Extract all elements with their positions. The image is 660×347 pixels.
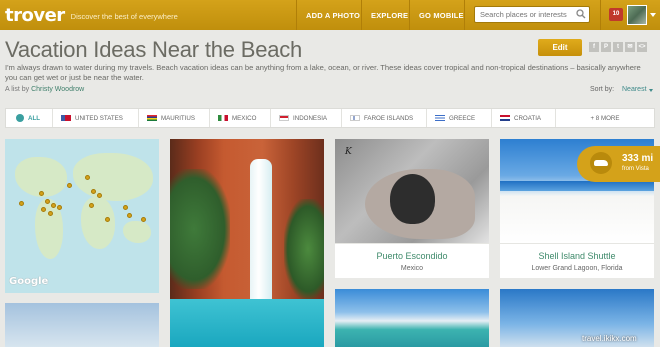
avatar[interactable] — [627, 5, 647, 25]
map-marker[interactable] — [67, 183, 72, 188]
sky-photo[interactable] — [5, 303, 159, 347]
map-marker[interactable] — [97, 193, 102, 198]
filter-more[interactable]: + 8 MORE — [555, 109, 654, 127]
chevron-down-icon[interactable] — [649, 89, 653, 92]
filter-label: FAROE ISLANDS — [364, 114, 414, 122]
filter-mexico[interactable]: MEXICO — [209, 109, 270, 127]
map-marker[interactable] — [91, 189, 96, 194]
filter-label: MEXICO — [232, 114, 257, 122]
trover-logo[interactable]: trover — [5, 5, 65, 26]
map-marker[interactable] — [51, 203, 56, 208]
nav-add-photo[interactable]: ADD A PHOTO — [306, 0, 360, 30]
filter-greece[interactable]: GREECE — [426, 109, 491, 127]
globe-icon — [16, 114, 24, 122]
car-icon-shape — [594, 160, 608, 166]
country-filter-bar: ALL UNITED STATES MAURITIUS MEXICO INDON… — [5, 108, 655, 128]
sort-dropdown[interactable]: Nearest — [622, 86, 647, 93]
map-land — [81, 197, 115, 249]
distance-origin: from Vista — [622, 166, 649, 172]
chevron-down-icon[interactable] — [650, 13, 656, 17]
watermark: travel.ikikx.com — [582, 334, 637, 343]
map-land — [123, 221, 151, 243]
pinterest-icon[interactable]: P — [601, 42, 611, 52]
list-description: I'm always drawn to water during my trav… — [5, 63, 641, 82]
map-marker[interactable] — [19, 201, 24, 206]
map-marker[interactable] — [85, 175, 90, 180]
filter-label: ALL — [28, 114, 41, 122]
mexico-flag-icon — [218, 115, 228, 121]
place-title[interactable]: Shell Island Shuttle — [500, 251, 654, 261]
author-link[interactable]: Christy Woodrow — [31, 86, 84, 93]
filter-faroe-islands[interactable]: FAROE ISLANDS — [341, 109, 426, 127]
facebook-icon[interactable]: f — [589, 42, 599, 52]
place-caption-shell-island[interactable]: Shell Island Shuttle Lower Grand Lagoon,… — [500, 243, 654, 278]
indonesia-flag-icon — [279, 115, 289, 121]
search-input[interactable] — [474, 6, 590, 23]
nav-divider — [409, 0, 410, 30]
nav-divider — [600, 0, 601, 30]
map-marker[interactable] — [127, 213, 132, 218]
beach-photo[interactable] — [335, 289, 489, 347]
map-marker[interactable] — [39, 191, 44, 196]
filter-label: + 8 MORE — [590, 114, 620, 122]
filter-label: MAURITIUS — [161, 114, 196, 122]
ink-text: K — [345, 147, 352, 157]
nav-explore[interactable]: EXPLORE — [371, 0, 408, 30]
filter-all[interactable]: ALL — [6, 109, 52, 127]
nav-go-mobile[interactable]: GO MOBILE — [419, 0, 464, 30]
place-location: Mexico — [400, 265, 424, 272]
distance-miles: 333 mi — [622, 153, 654, 164]
tagline: Discover the best of everywhere — [70, 12, 178, 21]
nav-divider — [361, 0, 362, 30]
filter-label: GREECE — [449, 114, 476, 122]
map-marker[interactable] — [45, 199, 50, 204]
map-marker[interactable] — [41, 207, 46, 212]
map-marker[interactable] — [123, 205, 128, 210]
filter-indonesia[interactable]: INDONESIA — [270, 109, 341, 127]
place-title[interactable]: Puerto Escondido — [335, 251, 489, 261]
embed-icon[interactable]: <> — [637, 42, 647, 52]
mauritius-flag-icon — [147, 115, 157, 121]
place-caption-puerto-escondido[interactable]: Puerto Escondido Mexico — [335, 243, 489, 278]
map-marker[interactable] — [89, 203, 94, 208]
twitter-icon[interactable]: t — [613, 42, 623, 52]
byline-prefix: A list by — [5, 86, 30, 93]
page-title: Vacation Ideas Near the Beach — [5, 37, 303, 62]
ocean — [500, 181, 654, 191]
turtle — [390, 174, 435, 224]
us-flag-icon — [61, 115, 71, 121]
filter-label: CROATIA — [514, 114, 542, 122]
pool — [170, 299, 324, 347]
map-marker[interactable] — [141, 217, 146, 222]
filter-croatia[interactable]: CROATIA — [491, 109, 555, 127]
email-icon[interactable]: ✉ — [625, 42, 635, 52]
foliage — [170, 169, 230, 289]
map-marker[interactable] — [105, 217, 110, 222]
foliage — [284, 199, 324, 299]
search-icon[interactable] — [576, 9, 586, 19]
filter-label: UNITED STATES — [75, 114, 123, 122]
place-location: Lower Grand Lagoon, Florida — [531, 265, 623, 272]
filter-united-states[interactable]: UNITED STATES — [52, 109, 138, 127]
map-marker[interactable] — [57, 205, 62, 210]
nav-divider — [296, 0, 297, 30]
waterfall-photo[interactable] — [170, 139, 324, 347]
sort-label: Sort by: — [590, 86, 615, 93]
nav-divider — [464, 0, 465, 30]
map-marker[interactable] — [48, 211, 53, 216]
edit-button[interactable]: Edit — [538, 39, 582, 56]
google-logo: Google — [9, 276, 49, 287]
croatia-flag-icon — [500, 115, 510, 121]
faroe-flag-icon — [350, 115, 360, 121]
filter-mauritius[interactable]: MAURITIUS — [138, 109, 209, 127]
turtle-photo[interactable]: K — [335, 139, 489, 243]
filter-label: INDONESIA — [293, 114, 328, 122]
notification-badge[interactable]: 10 — [609, 8, 623, 21]
greece-flag-icon — [435, 115, 445, 121]
map-card[interactable]: Google — [5, 139, 159, 293]
byline: A list by Christy Woodrow — [5, 86, 84, 93]
